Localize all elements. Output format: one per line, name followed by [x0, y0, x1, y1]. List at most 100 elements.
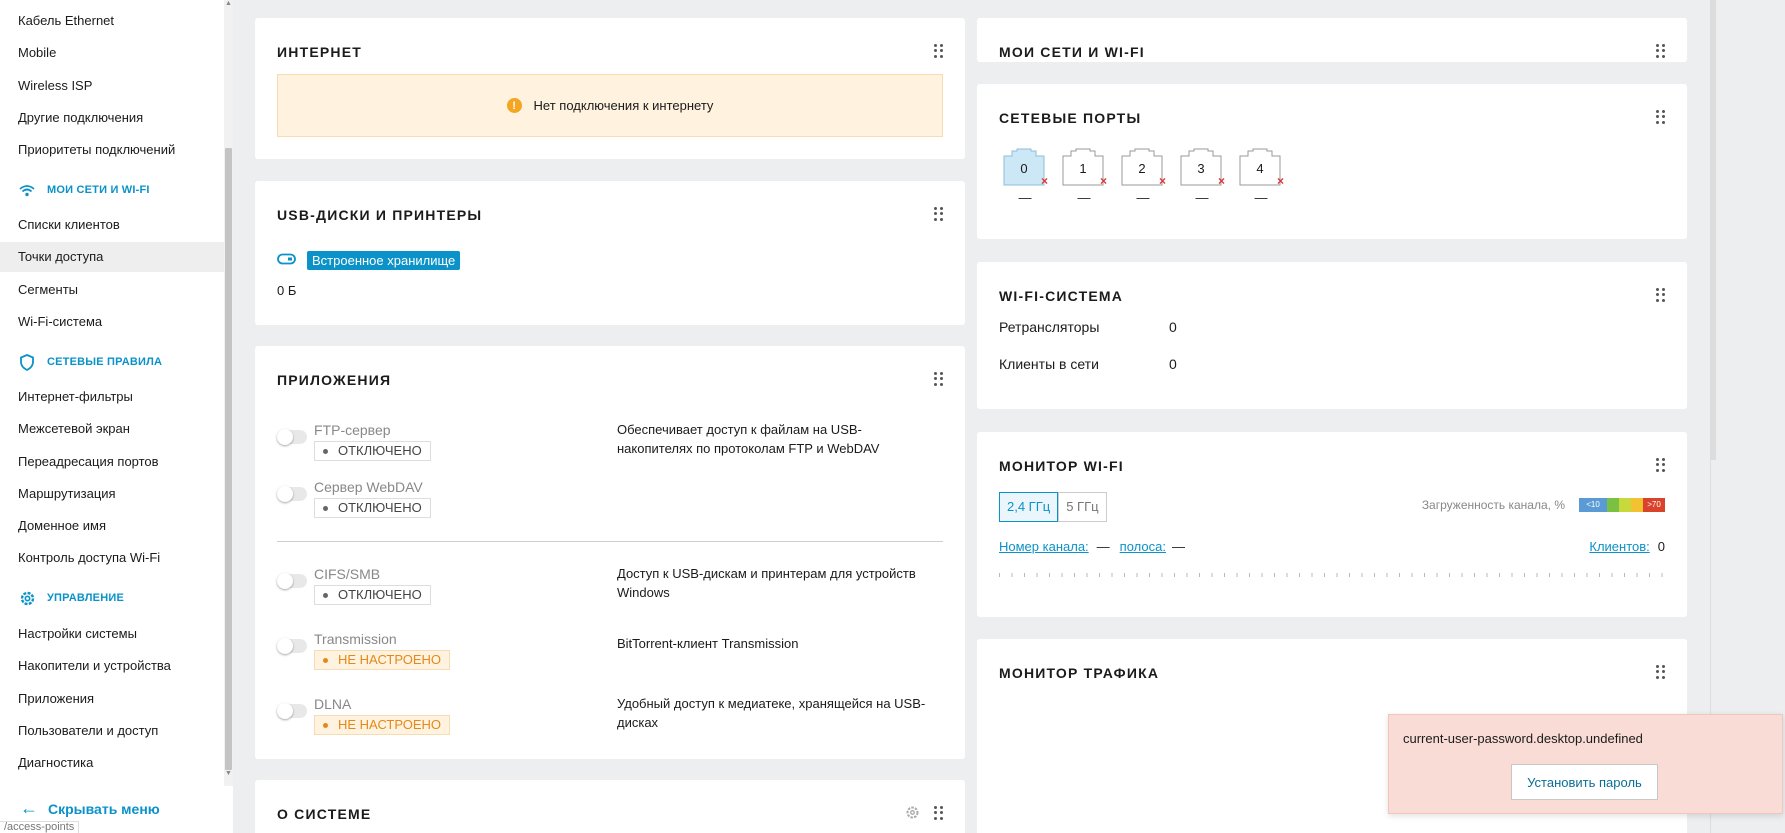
sidebar-item-system-settings[interactable]: Настройки системы — [0, 619, 224, 649]
transmission-toggle[interactable] — [277, 638, 307, 654]
system-card: О СИСТЕМЕ — [255, 780, 965, 833]
disconnected-icon: × — [1041, 174, 1049, 188]
ftp-toggle[interactable] — [277, 429, 307, 445]
card-title: МОИ СЕТИ И WI-FI — [999, 44, 1145, 60]
port-number: 0 — [1020, 161, 1028, 176]
repeaters-label: Ретрансляторы — [999, 319, 1100, 335]
drag-handle-icon[interactable] — [934, 372, 944, 386]
sidebar-item-access-points[interactable]: Точки доступа — [0, 242, 224, 272]
load-low-label: <10 — [1579, 498, 1607, 512]
collapse-menu-button[interactable]: ← Скрывать меню — [20, 798, 160, 819]
sidebar-item-ethernet[interactable]: Кабель Ethernet — [0, 6, 224, 36]
sidebar-item-port-forwarding[interactable]: Переадресация портов — [0, 447, 224, 477]
load-high-label: >70 — [1643, 498, 1665, 512]
status-badge: НЕ НАСТРОЕНО — [314, 715, 451, 735]
network-port-3[interactable]: 3 × — — [1180, 148, 1225, 205]
channel-info: Номер канала: — полоса: — — [999, 539, 1185, 554]
disconnected-icon: × — [1277, 174, 1285, 188]
sidebar-section-network-rules[interactable]: СЕТЕВЫЕ ПРАВИЛА — [18, 351, 162, 373]
storage-size: 0 Б — [277, 283, 297, 298]
drag-handle-icon[interactable] — [1656, 288, 1666, 302]
disconnected-icon: × — [1100, 174, 1108, 188]
drag-handle-icon[interactable] — [934, 44, 944, 58]
network-port-4[interactable]: 4 × — — [1239, 148, 1285, 205]
sidebar-item-mobile[interactable]: Mobile — [0, 38, 224, 68]
port-number: 3 — [1197, 161, 1205, 176]
port-number: 2 — [1138, 161, 1146, 176]
sidebar-scrollbar[interactable]: ▲ ▼ — [224, 0, 233, 786]
card-title: WI-FI-СИСТЕМА — [999, 288, 1124, 304]
sidebar-item-routing[interactable]: Маршрутизация — [0, 479, 224, 509]
sidebar-item-segments[interactable]: Сегменты — [0, 275, 224, 305]
webdav-toggle[interactable] — [277, 486, 307, 502]
internet-card: ИНТЕРНЕТ ! Нет подключения к интернету — [255, 18, 965, 159]
storage-row: Встроенное хранилище — [277, 251, 461, 270]
sidebar-item-wireless-isp[interactable]: Wireless ISP — [0, 71, 224, 101]
band-tabs: 2,4 ГГц 5 ГГц — [999, 492, 1107, 522]
drag-handle-icon[interactable] — [1656, 665, 1666, 679]
settings-gear-icon[interactable] — [905, 805, 920, 825]
card-title: О СИСТЕМЕ — [277, 806, 372, 822]
status-badge: ОТКЛЮЧЕНО — [314, 498, 431, 518]
drag-handle-icon[interactable] — [1656, 110, 1666, 124]
app-description: Обеспечивает доступ к файлам на USB-нако… — [617, 422, 880, 456]
wifi-icon — [18, 181, 36, 199]
sidebar-item-domain-name[interactable]: Доменное имя — [0, 511, 224, 541]
drag-handle-icon[interactable] — [934, 207, 944, 221]
network-port-0[interactable]: 0 × — — [1003, 148, 1049, 205]
channel-load-legend: Загруженность канала, % <10 >70 — [1422, 498, 1665, 512]
app-name: DLNA — [314, 696, 352, 712]
drag-handle-icon[interactable] — [1656, 44, 1666, 58]
port-status: — — [1077, 190, 1091, 205]
sidebar-item-other-connections[interactable]: Другие подключения — [0, 103, 224, 133]
sidebar-section-my-networks[interactable]: МОИ СЕТИ И WI-FI — [18, 179, 150, 201]
apps-card: ПРИЛОЖЕНИЯ FTP-сервер ОТКЛЮЧЕНО Обеспечи… — [255, 346, 965, 759]
disconnected-icon: × — [1159, 174, 1167, 188]
scroll-thumb[interactable] — [225, 148, 232, 770]
sidebar-item-connection-priorities[interactable]: Приоритеты подключений — [0, 135, 224, 165]
sidebar-item-users-access[interactable]: Пользователи и доступ — [0, 716, 224, 746]
sidebar-item-diagnostics[interactable]: Диагностика — [0, 748, 224, 778]
scroll-down-icon[interactable]: ▼ — [225, 770, 232, 777]
repeaters-value: 0 — [1169, 319, 1177, 335]
load-label: Загруженность канала, % — [1421, 498, 1565, 512]
set-password-button[interactable]: Установить пароль — [1511, 764, 1658, 800]
wifi-system-card: WI-FI-СИСТЕМА Ретрансляторы 0 Клиенты в … — [977, 262, 1687, 409]
app-name: Сервер WebDAV — [314, 479, 423, 495]
drag-handle-icon[interactable] — [934, 806, 944, 820]
sidebar-section-title: СЕТЕВЫЕ ПРАВИЛА — [47, 356, 163, 368]
tab-band-5[interactable]: 5 ГГц — [1058, 492, 1107, 522]
clients-value: 0 — [1657, 539, 1665, 554]
status-badge: ОТКЛЮЧЕНО — [314, 441, 431, 461]
sidebar-item-firewall[interactable]: Межсетевой экран — [0, 414, 224, 444]
sidebar-item-applications[interactable]: Приложения — [0, 684, 224, 714]
clients-link[interactable]: Клиентов: — [1589, 539, 1649, 554]
network-port-1[interactable]: 1 × — — [1062, 148, 1108, 205]
width-link[interactable]: полоса: — [1120, 539, 1166, 554]
app-description: Удобный доступ к медиатеке, хранящейся н… — [617, 696, 926, 730]
dlna-toggle[interactable] — [277, 703, 307, 719]
network-port-2[interactable]: 2 × — — [1121, 148, 1167, 205]
drag-handle-icon[interactable] — [1656, 458, 1666, 472]
sidebar-item-wifi-system[interactable]: Wi-Fi-система — [0, 307, 224, 337]
storage-tag[interactable]: Встроенное хранилище — [307, 251, 461, 270]
app-description: BitTorrent-клиент Transmission — [617, 636, 799, 651]
sidebar-section-management[interactable]: УПРАВЛЕНИЕ — [18, 587, 124, 609]
app-description: Доступ к USB-дискам и принтерам для устр… — [617, 566, 916, 600]
toast-message: current-user-password.desktop.undefined — [1403, 731, 1643, 746]
sidebar-item-client-lists[interactable]: Списки клиентов — [0, 210, 224, 240]
scroll-up-icon[interactable]: ▲ — [225, 0, 232, 7]
page-scrollbar[interactable] — [1710, 0, 1716, 460]
sidebar-item-storage-devices[interactable]: Накопители и устройства — [0, 651, 224, 681]
channel-link[interactable]: Номер канала: — [999, 539, 1089, 554]
sidebar-item-internet-filters[interactable]: Интернет-фильтры — [0, 382, 224, 412]
clients-online-row: Клиенты в сети 0 — [999, 356, 1177, 372]
sidebar-section-title: МОИ СЕТИ И WI-FI — [47, 184, 150, 196]
card-title: ИНТЕРНЕТ — [277, 44, 363, 60]
sidebar-item-wifi-access-control[interactable]: Контроль доступа Wi-Fi — [0, 543, 224, 573]
tab-band-24[interactable]: 2,4 ГГц — [999, 492, 1059, 522]
channel-axis — [999, 573, 1665, 577]
usb-card: USB-ДИСКИ И ПРИНТЕРЫ Встроенное хранилищ… — [255, 181, 965, 325]
clients-online-label: Клиенты в сети — [999, 356, 1099, 372]
cifs-toggle[interactable] — [277, 573, 307, 589]
